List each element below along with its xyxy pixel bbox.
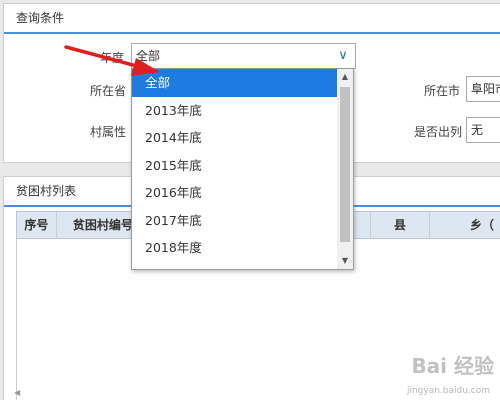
city-select[interactable]: 阜阳市 bbox=[466, 76, 500, 102]
year-select[interactable]: 全部 ∨ bbox=[131, 43, 356, 69]
exit-select-value: 无 bbox=[471, 123, 484, 137]
year-label: 年度 bbox=[100, 51, 125, 65]
column-header-township[interactable]: 乡（ bbox=[430, 212, 500, 238]
scroll-up-icon[interactable]: ▲ bbox=[337, 69, 353, 85]
city-label: 所在市 bbox=[424, 84, 461, 98]
watermark-logo: Bai 经验 bbox=[411, 354, 494, 378]
query-panel-title: 查询条件 bbox=[4, 4, 500, 34]
exit-label: 是否出列 bbox=[414, 125, 463, 139]
dropdown-option-2016[interactable]: 2016年底 bbox=[132, 179, 337, 207]
scroll-down-icon[interactable]: ▼ bbox=[337, 253, 353, 269]
dropdown-option-2017[interactable]: 2017年底 bbox=[132, 207, 337, 235]
village-type-label: 村属性 bbox=[90, 125, 127, 139]
chevron-down-icon[interactable]: ∨ bbox=[335, 47, 351, 65]
dropdown-option-2018[interactable]: 2018年度 bbox=[132, 234, 337, 262]
watermark-url: jingyan.baidu.com bbox=[406, 386, 490, 396]
year-dropdown-list[interactable]: 全部 2013年底 2014年底 2015年底 2016年底 2017年底 20… bbox=[131, 68, 354, 270]
column-header-county[interactable]: 县 bbox=[371, 212, 431, 238]
dropdown-option-2013[interactable]: 2013年底 bbox=[132, 97, 337, 125]
province-label: 所在省 bbox=[90, 84, 127, 98]
watermark: Bai 经验 jingyan.baidu.com bbox=[374, 346, 494, 396]
dropdown-option-2019[interactable]: 2019年度 bbox=[132, 262, 337, 270]
year-select-value: 全部 bbox=[136, 49, 161, 63]
dropdown-scroll-thumb[interactable] bbox=[340, 87, 350, 242]
dropdown-option-2015[interactable]: 2015年底 bbox=[132, 152, 337, 180]
dropdown-option-2014[interactable]: 2014年底 bbox=[132, 124, 337, 152]
column-header-index[interactable]: 序号 bbox=[17, 212, 57, 238]
city-select-value: 阜阳市 bbox=[471, 82, 500, 96]
dropdown-scrollbar[interactable]: ▲ ▼ bbox=[337, 69, 353, 269]
dropdown-option-all[interactable]: 全部 bbox=[132, 69, 337, 97]
exit-select[interactable]: 无 bbox=[466, 117, 500, 143]
scroll-left-icon[interactable]: ◀ bbox=[14, 388, 24, 398]
